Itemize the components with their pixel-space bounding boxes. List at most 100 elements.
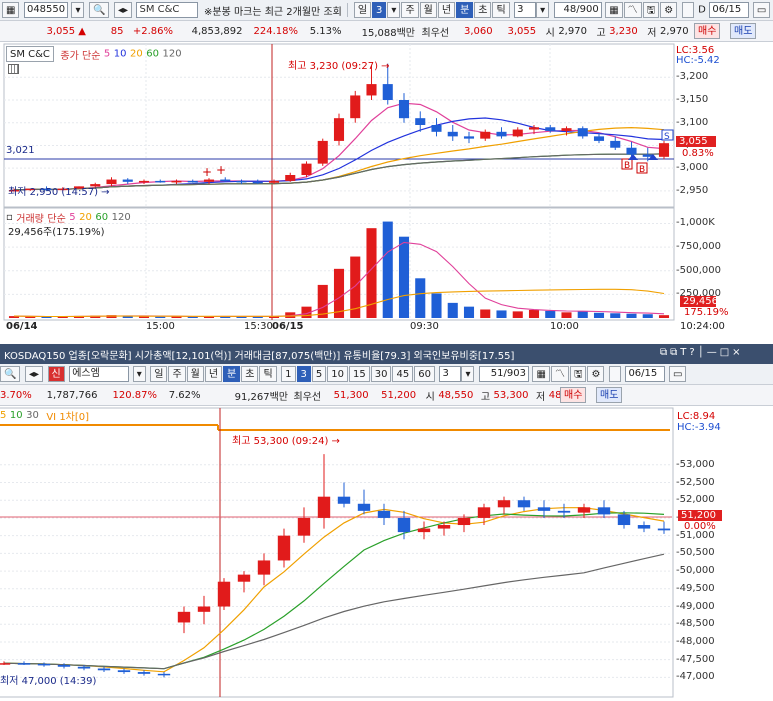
save-icon[interactable]: 🖫	[642, 2, 660, 18]
candle-body	[77, 666, 91, 669]
interval-dropdown-icon[interactable]: ▾	[536, 2, 550, 18]
candle-body	[517, 500, 531, 508]
search-icon[interactable]: 🔍	[88, 2, 110, 18]
sell-button[interactable]: 매도	[730, 23, 757, 39]
interval-30[interactable]: 30	[370, 366, 392, 382]
interval-5[interactable]: 5	[311, 366, 327, 382]
count-field[interactable]: 48/900	[553, 2, 602, 18]
bottom-quote-bar: 3.70% 1,787,766 120.87% 7.62% 91,267백만 최…	[0, 385, 773, 406]
candle-body	[220, 179, 231, 182]
period-day[interactable]: 일	[150, 366, 168, 382]
interval-45[interactable]: 45	[392, 366, 414, 382]
period-day[interactable]: 일	[353, 2, 372, 18]
chart-type-icon[interactable]: ▦	[2, 2, 20, 18]
candle-body	[350, 95, 361, 119]
time-label: 15:30	[244, 321, 273, 332]
period-month[interactable]: 월	[186, 366, 204, 382]
buy-button[interactable]: 매수	[694, 23, 721, 39]
period-tick[interactable]: 틱	[259, 366, 277, 382]
prev-next-icon[interactable]: ◂▸	[24, 366, 43, 382]
count-field[interactable]: 51/903	[478, 366, 529, 382]
date-checkbox[interactable]	[681, 2, 694, 18]
stock-code-input[interactable]: 048550	[23, 2, 68, 18]
period-minute[interactable]: 분	[223, 366, 241, 382]
ma5-label: 5	[0, 410, 7, 421]
period-month[interactable]: 월	[419, 2, 437, 18]
interval-10[interactable]: 10	[327, 366, 349, 382]
interval-1[interactable]: 1	[281, 366, 296, 382]
date-checkbox[interactable]	[608, 366, 621, 382]
period-tick[interactable]: 틱	[492, 2, 510, 18]
candle-body	[257, 560, 271, 575]
stock-name-field[interactable]: 에스엠	[69, 366, 130, 382]
axis-tick-label: -53,000	[676, 458, 715, 470]
candle-body	[297, 517, 311, 536]
interval-dropdown-icon[interactable]: ▾	[461, 366, 475, 382]
calendar-icon[interactable]: ▭	[668, 366, 687, 382]
search-icon[interactable]: 🔍	[0, 366, 21, 382]
vi-label: VI 1차[0]	[46, 412, 90, 423]
volume-bar	[431, 293, 442, 318]
volume-bar	[463, 306, 475, 318]
gear-icon[interactable]: ⚙	[587, 366, 605, 382]
volume-bar	[528, 309, 540, 318]
period-week[interactable]: 주	[401, 2, 419, 18]
volume-bar	[480, 309, 491, 318]
top-toolbar: ▦ 048550 ▾ 🔍 ◂▸ SM C&C ※분봉 마크는 최근 2개월만 조…	[0, 0, 773, 21]
period-year[interactable]: 년	[204, 366, 223, 382]
sell-button[interactable]: 매도	[596, 387, 623, 403]
period-year[interactable]: 년	[437, 2, 456, 18]
stock-name-field[interactable]: SM C&C	[136, 2, 199, 18]
interval-select[interactable]: 3	[439, 366, 462, 382]
pref-label: 최우선	[293, 392, 322, 403]
interval-3[interactable]: 3	[296, 366, 311, 382]
period-dropdown-icon[interactable]: ▾	[387, 2, 401, 18]
period-minute[interactable]: 분	[456, 2, 474, 18]
volume-ratio: 120.87%	[112, 390, 158, 401]
candle-body	[658, 143, 670, 157]
save-icon[interactable]: 🖫	[569, 366, 587, 382]
tool-icon[interactable]: ▦	[532, 366, 550, 382]
interval-15[interactable]: 15	[349, 366, 370, 382]
legend-box[interactable]: SM C&C	[6, 46, 54, 62]
candle-body	[0, 663, 11, 665]
interval-60[interactable]: 60	[414, 366, 435, 382]
draw-icon[interactable]: 〽	[550, 366, 569, 382]
high-label: 고	[596, 28, 606, 39]
bottom-price-chart[interactable]	[0, 406, 773, 701]
tool-icon[interactable]: ▦	[605, 2, 623, 18]
code-dropdown-icon[interactable]: ▾	[71, 2, 85, 18]
candle-body	[137, 672, 151, 674]
candle-body	[477, 507, 491, 518]
candle-body	[457, 517, 471, 526]
gear-icon[interactable]: ⚙	[660, 2, 678, 18]
axis-tick-label: -750,000	[676, 241, 721, 253]
window-controls[interactable]: ⧉⧉T?│—□×	[660, 347, 744, 358]
candle-body	[415, 118, 426, 125]
svg-text:B: B	[639, 165, 645, 175]
date-input[interactable]: 06/15	[625, 366, 666, 382]
period-second[interactable]: 초	[474, 2, 492, 18]
low-label: 저	[647, 28, 657, 39]
name-dropdown-icon[interactable]: ▾	[132, 366, 146, 382]
top-price-chart[interactable]: S B B + +	[0, 42, 773, 344]
candle-body	[577, 507, 591, 513]
period-second[interactable]: 초	[241, 366, 259, 382]
candle-body	[171, 180, 182, 183]
period-week[interactable]: 주	[168, 366, 186, 382]
axis-tick-label: -3,100	[676, 116, 709, 128]
axis-tick-label: -47,000	[676, 671, 715, 683]
prev-next-icon[interactable]: ◂▸	[113, 2, 132, 18]
buy-button[interactable]: 매수	[560, 387, 587, 403]
stock-badge: 신	[47, 366, 65, 382]
svg-text:B: B	[624, 161, 630, 171]
period-3[interactable]: 3	[372, 2, 387, 18]
date-input[interactable]: 06/15	[709, 2, 750, 18]
interval-select[interactable]: 3	[514, 2, 537, 18]
ma120-label: 120	[162, 48, 182, 60]
grid-toggle-icon[interactable]	[8, 64, 19, 74]
draw-icon[interactable]: 〽	[623, 2, 642, 18]
volume-bar	[593, 312, 605, 318]
calendar-icon[interactable]: ▭	[752, 2, 771, 18]
candle-body	[366, 84, 377, 96]
